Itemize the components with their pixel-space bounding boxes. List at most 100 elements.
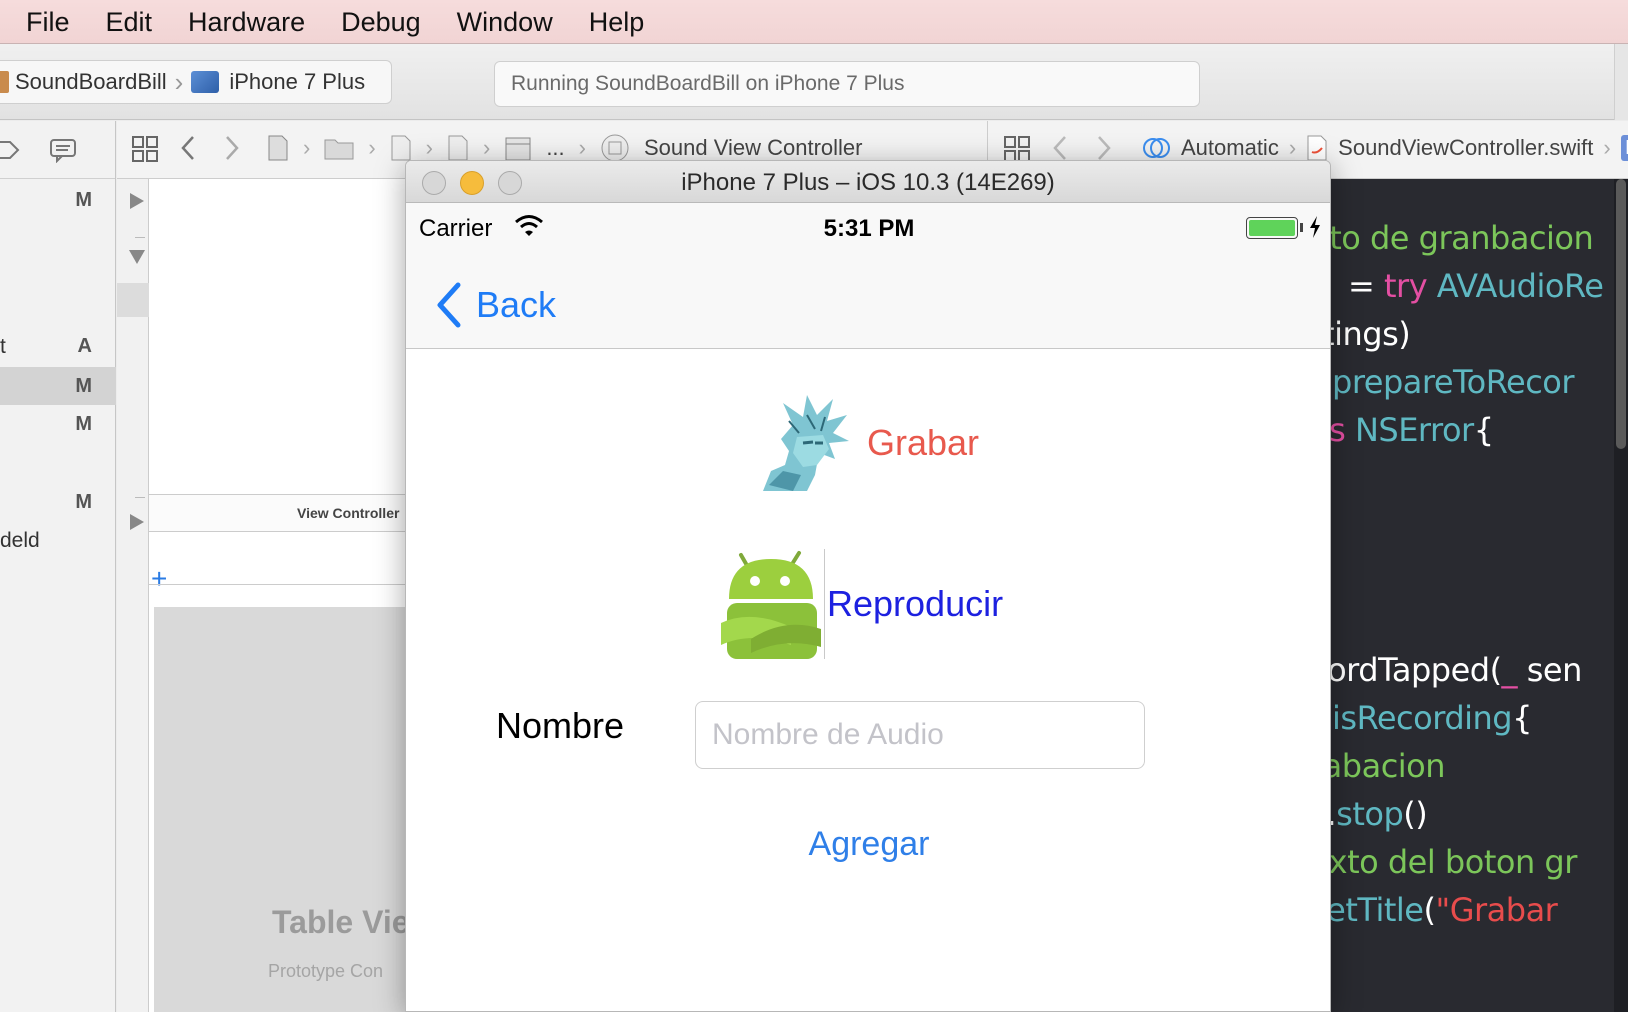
storyboard-path[interactable]: › › › › ... › Sound View Controller <box>267 133 862 163</box>
chevron-right-icon: › <box>482 135 491 160</box>
disclosure-right-icon[interactable] <box>127 512 147 532</box>
scheme-project-name: SoundBoardBill <box>15 69 167 94</box>
related-items-icon[interactable] <box>1003 135 1031 163</box>
code-line: !.prepareToRecor <box>1310 363 1575 401</box>
project-navigator: M t A M M M deld <box>0 121 116 1012</box>
navigator-row-selected[interactable]: M <box>0 367 116 405</box>
code-line: exto del boton gr <box>1310 843 1577 881</box>
document-icon <box>268 135 288 161</box>
chevron-left-icon <box>437 282 461 328</box>
scheme-device-name: iPhone 7 Plus <box>229 69 366 94</box>
scroll-thumb[interactable] <box>1616 179 1626 449</box>
tag-icon[interactable] <box>0 138 22 162</box>
back-button[interactable]: Back <box>434 281 556 329</box>
code-line: setTitle("Grabar <box>1310 891 1558 929</box>
battery-icon <box>1246 217 1298 239</box>
storyboard-canvas[interactable]: View Controller + Table Vie Prototype Co… <box>117 179 410 1012</box>
comment-icon[interactable] <box>48 137 78 163</box>
related-items-icon[interactable] <box>131 135 159 163</box>
project-icon <box>0 71 9 93</box>
toolbar-edge <box>1614 44 1628 120</box>
simulator-title: iPhone 7 Plus – iOS 10.3 (14E269) <box>681 169 1055 196</box>
path-ellipsis: ... <box>546 135 565 160</box>
code-editor[interactable]: eto de granbacion = try AVAudioRe ttings… <box>1310 179 1628 1012</box>
navigator-row[interactable]: t A <box>0 327 116 365</box>
menu-help[interactable]: Help <box>571 0 663 44</box>
grabar-label: Grabar <box>867 422 980 463</box>
navigator-row[interactable]: M <box>0 181 116 219</box>
source-control-status: M <box>75 375 92 397</box>
activity-viewer: Running SoundBoardBill on iPhone 7 Plus <box>494 61 1200 107</box>
source-control-status: M <box>75 491 92 513</box>
reproducir-label: Reproducir <box>827 583 1004 624</box>
scene-name: Sound View Controller <box>643 135 863 160</box>
reproducir-button[interactable]: Reproducir <box>721 549 1003 659</box>
chevron-right-icon: › <box>578 135 586 160</box>
navigator-row[interactable]: deld <box>0 521 116 559</box>
ice-character-icon <box>763 395 849 491</box>
forward-arrow-icon[interactable] <box>223 133 241 163</box>
source-control-status: M <box>75 189 92 211</box>
xcode-toolbar: SoundBoardBill › iPhone 7 Plus Running S… <box>0 44 1628 120</box>
assistant-icon <box>1143 138 1170 158</box>
navigator-row[interactable]: M <box>0 405 116 443</box>
add-icon[interactable]: + <box>151 563 167 595</box>
grabar-button[interactable]: Grabar <box>763 395 979 491</box>
assistant-mode: Automatic <box>1181 135 1279 160</box>
disclosure-right-icon[interactable] <box>127 191 147 211</box>
chevron-right-icon: › <box>174 66 184 97</box>
file-icon <box>391 135 411 161</box>
simulator-window: iPhone 7 Plus – iOS 10.3 (14E269) Carrie… <box>405 160 1331 1012</box>
code-line: = try AVAudioRe <box>1348 267 1604 305</box>
chevron-right-icon: › <box>368 135 376 160</box>
agregar-button[interactable]: Agregar <box>406 825 1330 864</box>
code-line: cordTapped(_ sen <box>1310 651 1582 689</box>
chevron-right-icon: › <box>303 135 311 160</box>
document-outline-strip <box>117 179 149 1012</box>
code-line: !.isRecording{ <box>1310 699 1532 737</box>
table-view-scene[interactable] <box>154 607 407 1012</box>
swift-file-icon <box>1307 135 1327 161</box>
menu-file[interactable]: File <box>0 0 88 44</box>
simulator-title-bar[interactable]: iPhone 7 Plus – iOS 10.3 (14E269) <box>406 161 1330 203</box>
source-control-status: A <box>77 335 92 357</box>
forward-arrow-icon[interactable] <box>1095 133 1113 163</box>
chevron-right-icon: › <box>1288 135 1297 160</box>
scene-icon <box>505 137 531 161</box>
method-icon: M <box>1620 135 1628 161</box>
code-scrollbar[interactable] <box>1614 179 1628 1012</box>
scheme-selector[interactable]: SoundBoardBill › iPhone 7 Plus <box>0 60 392 104</box>
back-arrow-icon[interactable] <box>179 133 197 163</box>
ios-status-bar: Carrier 5:31 PM <box>406 203 1330 253</box>
menu-debug[interactable]: Debug <box>323 0 439 44</box>
menu-edit[interactable]: Edit <box>88 0 171 44</box>
navigator-row[interactable]: M <box>0 483 116 521</box>
table-view-placeholder-subtitle: Prototype Con <box>268 961 384 981</box>
table-view-placeholder-title: Table Vie <box>272 904 410 940</box>
simulator-device-icon <box>191 71 220 93</box>
menu-bar: File Edit Hardware Debug Window Help <box>0 0 1628 44</box>
charging-bolt-icon <box>1310 216 1320 238</box>
assistant-file: SoundViewController.swift <box>1338 135 1594 160</box>
activity-status-text: Running SoundBoardBill on iPhone 7 Plus <box>511 72 905 95</box>
back-arrow-icon[interactable] <box>1051 133 1069 163</box>
nombre-audio-input[interactable] <box>695 701 1145 769</box>
scene-label[interactable]: View Controller <box>149 494 407 532</box>
folder-icon <box>324 139 354 160</box>
source-control-status: M <box>75 413 92 435</box>
chevron-right-icon: › <box>1603 135 1611 160</box>
code-line: as NSError{ <box>1310 411 1494 449</box>
chevron-right-icon: › <box>425 135 433 160</box>
android-robot-icon <box>721 549 825 659</box>
assistant-path[interactable]: Automatic › SoundViewController.swift › … <box>1141 133 1628 163</box>
disclosure-down-icon[interactable] <box>127 247 147 267</box>
file-icon <box>448 135 468 161</box>
navigator-filter-bar <box>0 121 115 179</box>
back-label: Back <box>476 284 557 325</box>
nombre-label: Nombre <box>496 705 625 746</box>
menu-hardware[interactable]: Hardware <box>170 0 323 44</box>
clock-label: 5:31 PM <box>823 215 915 242</box>
ios-navigation-bar: Back <box>406 253 1330 349</box>
menu-window[interactable]: Window <box>439 0 571 44</box>
ios-content-view: Grabar Reproducir Nombre Agregar <box>406 349 1330 1011</box>
